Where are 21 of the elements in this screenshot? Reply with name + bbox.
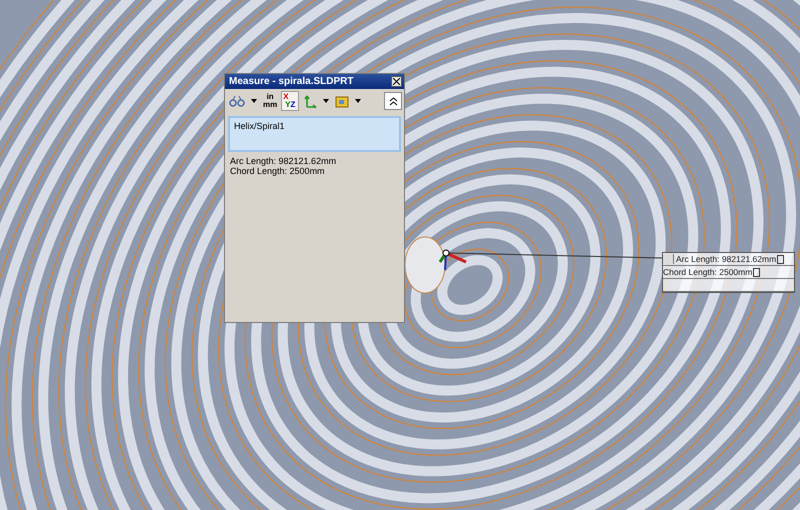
measure-result: Chord Length: 2500mm [230, 166, 326, 176]
box-icon [753, 268, 760, 276]
selection-item[interactable]: Helix/Spiral1 [234, 121, 395, 131]
callout-text: Arc Length: 982121.62mm [676, 254, 776, 264]
folder-icon [335, 94, 350, 108]
caret-icon [323, 99, 330, 103]
close-icon [393, 78, 400, 85]
close-button[interactable] [391, 76, 402, 87]
selection-list[interactable]: Helix/Spiral1 [228, 116, 401, 152]
units-button[interactable]: in mm [261, 91, 280, 111]
window-title: Measure - spirala.SLDPRT [229, 76, 354, 87]
caret-icon [355, 99, 362, 103]
caret-icon [251, 99, 257, 103]
box-icon [777, 254, 784, 264]
axes-icon [303, 94, 318, 108]
callout-text: Chord Length: 2500mm [663, 267, 752, 277]
glasses-icon [229, 95, 245, 107]
measure-result: Arc Length: 982121.62mm [230, 156, 338, 166]
coordinates-button[interactable]: X YZ [281, 91, 300, 111]
double-chevron-icon [388, 96, 398, 106]
collapse-button[interactable] [384, 92, 402, 110]
